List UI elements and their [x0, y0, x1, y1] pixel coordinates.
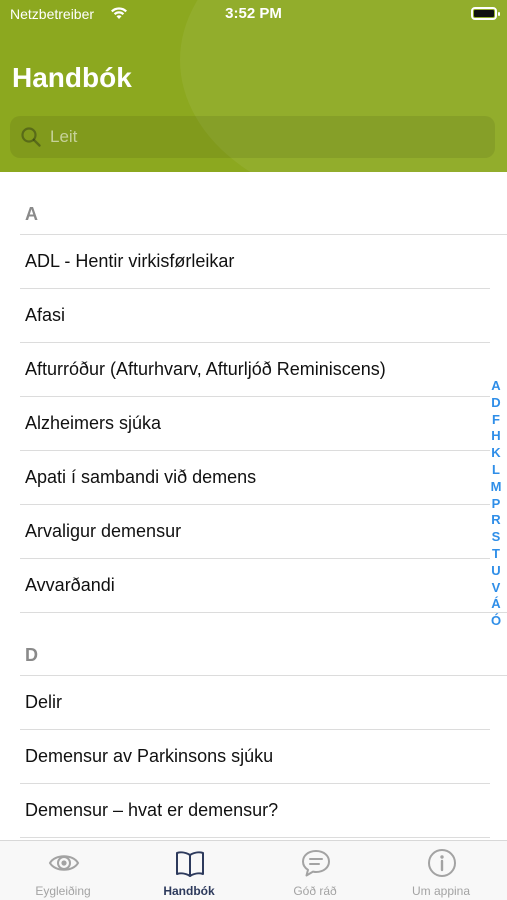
tab-label: Handbók	[163, 884, 215, 898]
page-title: Handbók	[12, 62, 132, 93]
list-item-label: Demensur – hvat er demensur?	[25, 800, 279, 820]
tab-um-appina[interactable]: Um appina	[378, 841, 504, 900]
search-icon	[21, 127, 41, 147]
list-item-label: Alzheimers sjúka	[25, 413, 162, 433]
index-letter-h[interactable]: H	[489, 428, 503, 445]
tab-eygleiding[interactable]: Eygleiðing	[0, 841, 126, 900]
index-letter-k[interactable]: K	[489, 445, 503, 462]
index-letter-v[interactable]: V	[489, 580, 503, 597]
handbook-list[interactable]: A ADL - Hentir virkisførleikar Afasi Aft…	[0, 172, 507, 840]
list-item[interactable]: Apati í sambandi við demens	[0, 451, 507, 505]
list-item-label: Avvarðandi	[25, 575, 115, 595]
index-letter-u[interactable]: U	[489, 563, 503, 580]
index-letter-t[interactable]: T	[489, 546, 503, 563]
list-item-label: ADL - Hentir virkisførleikar	[25, 251, 235, 271]
section-index[interactable]: A D F H K L M P R S T U V Á Ó	[489, 378, 503, 630]
tab-label: Góð ráð	[293, 884, 337, 898]
navigation-header: Netzbetreiber 3:52 PM Handbók	[0, 0, 507, 172]
tab-bar: Eygleiðing Handbók Góð ráð Um appina	[0, 840, 507, 900]
list-item-label: Afasi	[25, 305, 66, 325]
index-letter-p[interactable]: P	[489, 496, 503, 513]
list-item[interactable]: Afturróður (Afturhvarv, Afturljóð Remini…	[0, 343, 507, 397]
list-item-label: Delir	[25, 692, 63, 712]
index-letter-r[interactable]: R	[489, 512, 503, 529]
list-item[interactable]: Demensur – hvat er demensur?	[0, 784, 507, 838]
index-letter-aa[interactable]: Á	[489, 596, 503, 613]
section-letter: A	[25, 204, 38, 224]
index-letter-m[interactable]: M	[489, 479, 503, 496]
list-item[interactable]: Demensur av Parkinsons sjúku	[0, 730, 507, 784]
list-item-label: Apati í sambandi við demens	[25, 467, 257, 487]
list-item[interactable]: Arvaligur demensur	[0, 505, 507, 559]
list-item[interactable]: Alzheimers sjúka	[0, 397, 507, 451]
eye-icon	[48, 855, 80, 871]
status-time: 3:52 PM	[225, 5, 282, 22]
list-item-label: Demensur av Parkinsons sjúku	[25, 746, 274, 766]
section-letter: D	[25, 645, 38, 665]
book-icon	[176, 851, 204, 877]
tab-label: Um appina	[411, 884, 471, 898]
battery-icon	[471, 7, 500, 20]
tab-handbok[interactable]: Handbók	[126, 841, 252, 900]
list-item-label: Arvaligur demensur	[25, 521, 182, 541]
index-letter-oo[interactable]: Ó	[489, 613, 503, 630]
list-item-label: Afturróður (Afturhvarv, Afturljóð Remini…	[25, 359, 386, 379]
list-item[interactable]: Delir	[0, 676, 507, 730]
section-header-a: A	[0, 172, 507, 235]
list-item[interactable]: ADL - Hentir virkisførleikar	[0, 235, 507, 289]
index-letter-d[interactable]: D	[489, 395, 503, 412]
index-letter-f[interactable]: F	[489, 412, 503, 429]
tab-god-rad[interactable]: Góð ráð	[252, 841, 378, 900]
tab-label: Eygleiðing	[35, 884, 91, 898]
index-letter-s[interactable]: S	[489, 529, 503, 546]
index-letter-l[interactable]: L	[489, 462, 503, 479]
index-letter-a[interactable]: A	[489, 378, 503, 395]
search-bar[interactable]	[10, 116, 495, 158]
status-bar: Netzbetreiber 3:52 PM	[0, 0, 507, 30]
list-item[interactable]: Avvarðandi	[0, 559, 507, 613]
info-icon	[428, 849, 456, 877]
search-input[interactable]	[50, 124, 470, 150]
section-header-d: D	[0, 613, 507, 676]
list-item[interactable]: Afasi	[0, 289, 507, 343]
chat-bubble-icon	[302, 850, 330, 877]
